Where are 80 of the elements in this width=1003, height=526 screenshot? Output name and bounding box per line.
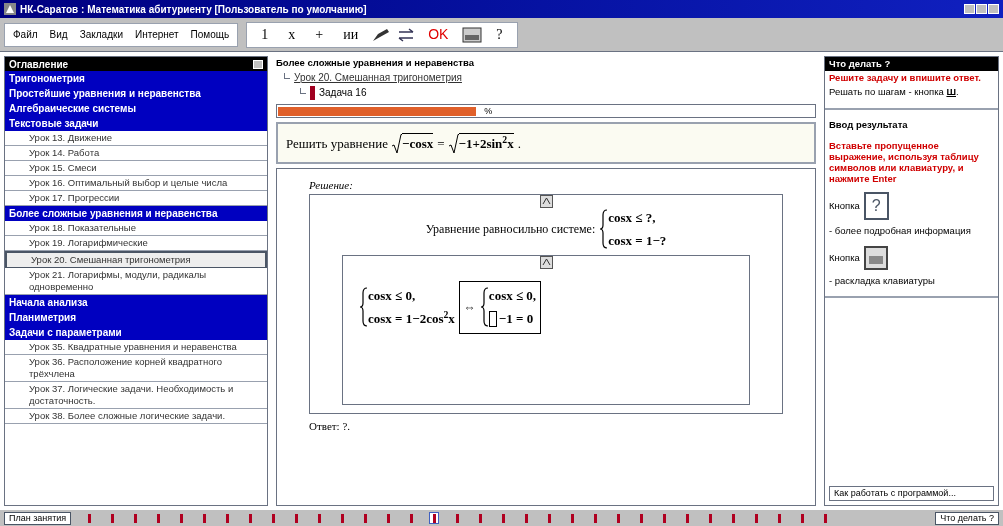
ok-button[interactable]: OK bbox=[422, 24, 455, 45]
collapse-icon[interactable] bbox=[539, 194, 553, 208]
sidebar-item[interactable]: Урок 16. Оптимальный выбор и целые числа bbox=[5, 176, 267, 191]
tree-line bbox=[284, 72, 290, 79]
equation-line: cosx = 1−2cos$^{2}$x bbox=[368, 309, 455, 329]
radical-icon bbox=[392, 133, 402, 154]
equation-line: cosx ≤ 0, bbox=[488, 286, 537, 305]
sidebar-section[interactable]: Алгебраические системы bbox=[5, 101, 267, 116]
equation-line: cosx = 1−? bbox=[608, 232, 667, 251]
toolbar-button[interactable]: ? bbox=[490, 24, 509, 45]
sidebar-section[interactable]: Тригонометрия bbox=[5, 71, 267, 86]
sidebar-item[interactable]: Урок 36. Расположение корней квадратного трёхчлена bbox=[5, 355, 267, 382]
keyboard-icon bbox=[863, 246, 888, 270]
sidebar-item[interactable]: Урок 35. Квадратные уравнения и неравенства bbox=[5, 340, 267, 355]
help-text: - раскладка клавиатуры bbox=[829, 274, 935, 288]
brace-icon bbox=[599, 209, 609, 250]
breadcrumb-topic: Более сложные уравнения и неравенства bbox=[276, 56, 475, 70]
task-label: Задача 16 bbox=[319, 86, 367, 101]
marker-icon bbox=[310, 85, 315, 100]
solution-intro: Уравнение равносильно системе: bbox=[425, 221, 596, 239]
sidebar-item[interactable]: Урок 14. Работа bbox=[5, 146, 267, 161]
answer-text: Ответ: ?. bbox=[309, 418, 351, 434]
help-text: Кнопка bbox=[829, 198, 860, 213]
help-text: - более подробная информация bbox=[829, 223, 971, 238]
menu-item[interactable]: Помощь bbox=[190, 27, 230, 42]
sidebar-item[interactable]: Урок 38. Более сложные логические задачи. bbox=[5, 409, 267, 424]
collapse-icon[interactable] bbox=[539, 255, 553, 269]
problem-prompt: Решить уравнение bbox=[286, 134, 388, 153]
toolbar-button[interactable]: 1 bbox=[255, 24, 275, 45]
app-icon bbox=[4, 3, 16, 15]
toolbar-button[interactable]: ии bbox=[337, 24, 365, 45]
equation-line: cosx ≤ ?, bbox=[608, 208, 656, 227]
sidebar-section[interactable]: Текстовые задачи bbox=[5, 116, 267, 131]
lesson-link[interactable]: Урок 20. Смешанная тригонометрия bbox=[294, 70, 462, 86]
radical-icon bbox=[448, 133, 459, 154]
math-expression: −cosx bbox=[402, 133, 434, 154]
equation-line: cosx ≤ 0, bbox=[368, 286, 416, 305]
help-title: Что делать ? bbox=[825, 57, 998, 71]
progress-label: % bbox=[484, 104, 493, 118]
brace-icon bbox=[479, 287, 489, 328]
section-heading: Ввод результата bbox=[829, 117, 909, 132]
how-to-button[interactable]: Как работать с программой... bbox=[829, 485, 994, 501]
sidebar-section[interactable]: Простейшие уравнения и неравенства bbox=[5, 86, 267, 101]
sidebar-item[interactable]: Урок 15. Смеси bbox=[5, 161, 267, 176]
sidebar-section[interactable]: Задачи с параметрами bbox=[5, 325, 267, 340]
toolbar-button[interactable]: + bbox=[309, 24, 330, 45]
menu-item[interactable]: Интернет bbox=[134, 27, 179, 42]
math-expression: −1+2sin$^{2}$x bbox=[458, 133, 514, 154]
sidebar-section[interactable]: Более сложные уравнения и неравенства bbox=[5, 206, 267, 221]
period: . bbox=[517, 134, 521, 153]
what-to-do-button[interactable]: Что делать ? bbox=[935, 511, 999, 525]
sidebar-item[interactable]: Урок 13. Движение bbox=[5, 131, 267, 146]
answer-field[interactable] bbox=[488, 311, 497, 327]
tree-line bbox=[300, 87, 306, 94]
equation-line: −1 = 0 bbox=[498, 310, 534, 329]
help-instruction: Решите задачу и впишите ответ. bbox=[829, 71, 982, 85]
menu-item[interactable]: Закладки bbox=[79, 27, 123, 42]
toolbar-button[interactable]: x bbox=[282, 24, 302, 45]
menu-item[interactable]: Файл bbox=[13, 27, 38, 42]
sidebar-item[interactable]: Урок 37. Логические задачи. Необходимость и достаточность. bbox=[5, 382, 267, 409]
brace-icon bbox=[359, 287, 368, 328]
sidebar-title: Оглавление bbox=[9, 57, 69, 72]
menu-item[interactable]: Вид bbox=[49, 27, 68, 42]
sidebar-item[interactable]: Урок 20. Смешанная тригонометрия bbox=[5, 251, 267, 268]
sidebar-section[interactable]: Начала анализа bbox=[5, 295, 267, 310]
input-instruction: Вставьте пропущенное выражение, используя таблицу символов или клавиатуру, и нажмите Enter bbox=[829, 139, 980, 184]
sidebar-item[interactable]: Урок 18. Показательные bbox=[5, 221, 267, 236]
keyboard-icon[interactable] bbox=[462, 26, 483, 43]
equivalence-sign: ⇔ bbox=[463, 299, 476, 317]
pen-icon[interactable] bbox=[372, 27, 391, 42]
equals-sign: = bbox=[437, 134, 445, 153]
help-steps: Решать по шагам - кнопка Ш. bbox=[829, 85, 994, 100]
step-marker[interactable] bbox=[429, 512, 440, 524]
solution-title: Решение: bbox=[309, 178, 354, 194]
plan-button[interactable]: План занятия bbox=[4, 511, 72, 525]
help-text: Кнопка bbox=[829, 250, 860, 265]
window-title: НК-Саратов : Математика абитуриенту [Пользователь по умолчанию] bbox=[20, 2, 367, 17]
close-icon[interactable] bbox=[253, 59, 263, 69]
sidebar-section[interactable]: Планиметрия bbox=[5, 310, 267, 325]
swap-arrows-icon[interactable] bbox=[398, 27, 415, 42]
